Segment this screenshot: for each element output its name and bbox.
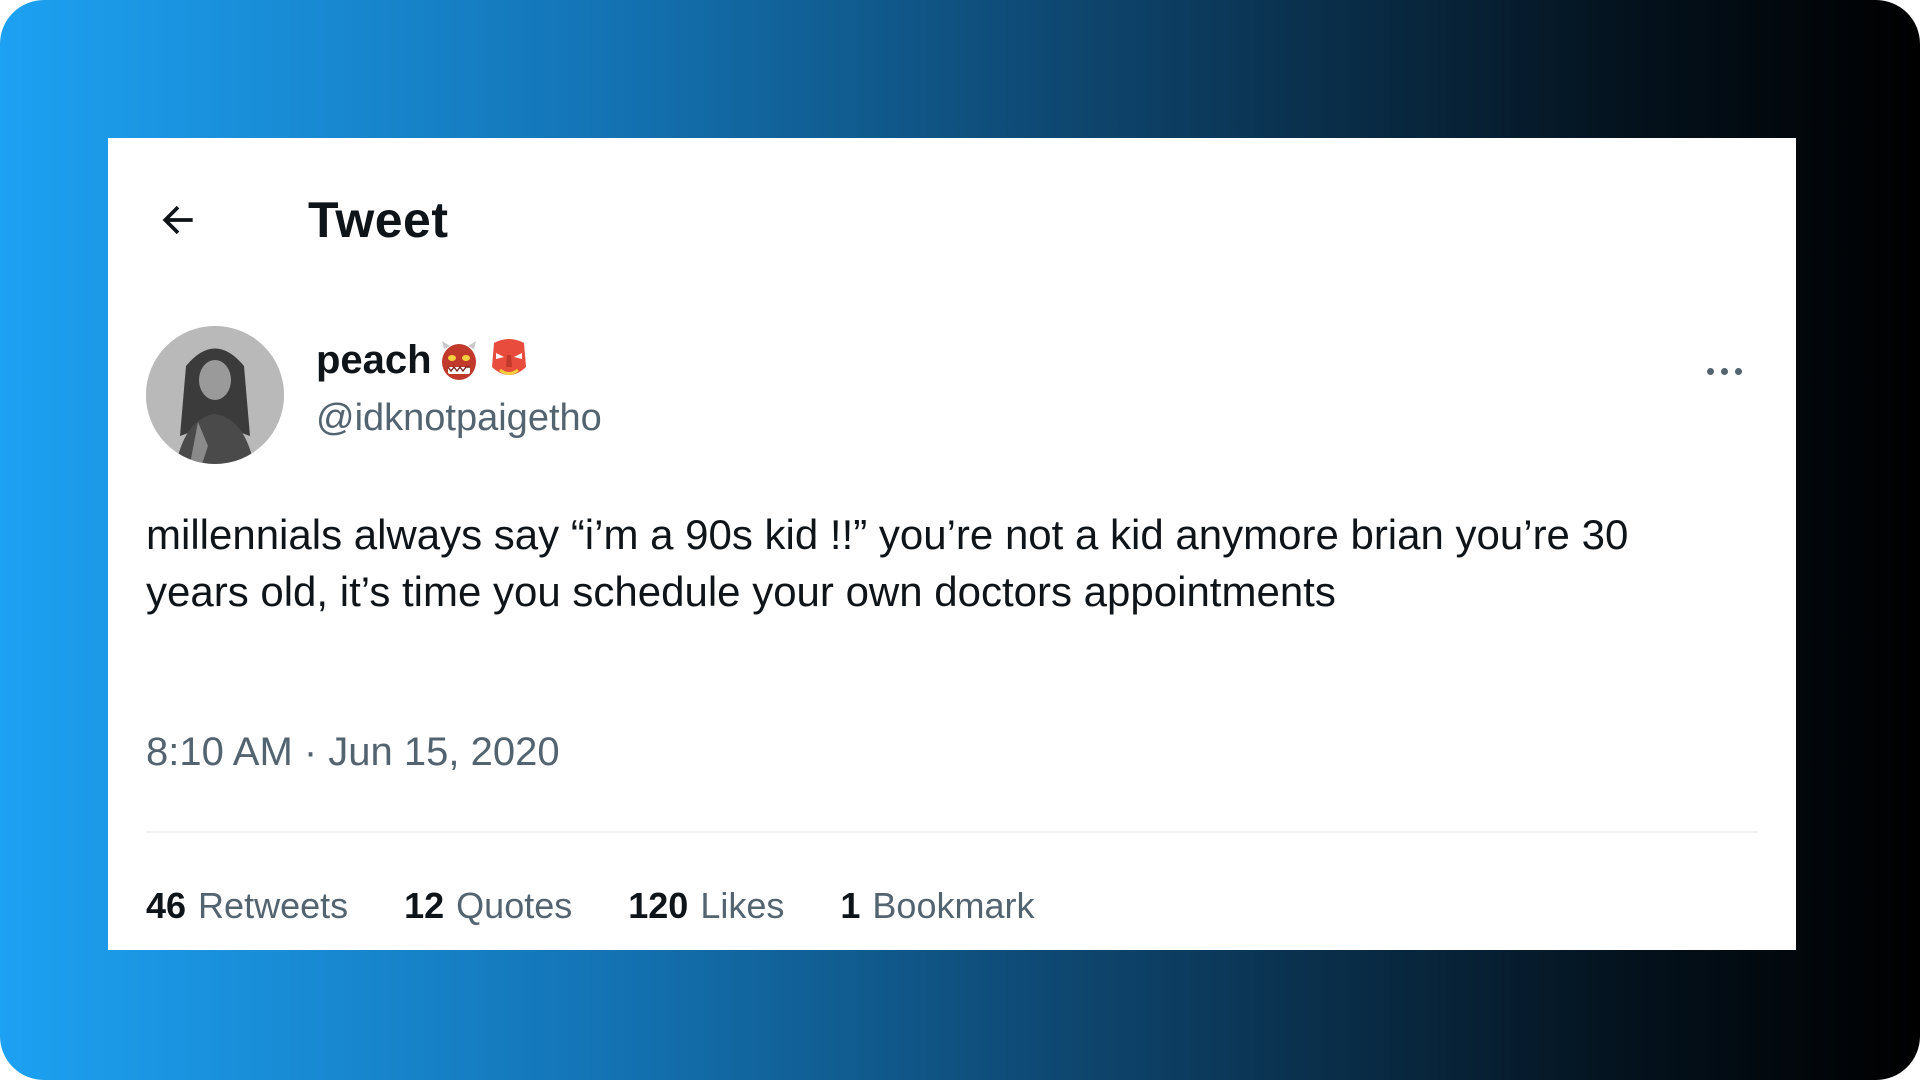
bookmarks-count: 1 — [840, 885, 861, 926]
retweets-label: Retweets — [198, 885, 349, 926]
avatar-photo — [146, 326, 284, 464]
back-button[interactable] — [148, 190, 208, 250]
ellipsis-icon — [1720, 367, 1728, 375]
display-name-row[interactable]: peach — [316, 336, 532, 384]
author-handle[interactable]: @idknotpaigetho — [316, 396, 602, 442]
likes-count: 120 — [628, 885, 689, 926]
quotes-label: Quotes — [456, 885, 573, 926]
bookmarks-label: Bookmark — [872, 885, 1035, 926]
likes-stat[interactable]: 120 Likes — [628, 884, 784, 927]
retweets-stat[interactable]: 46 Retweets — [146, 884, 348, 927]
display-name[interactable]: peach — [316, 336, 432, 384]
ellipsis-icon — [1706, 367, 1714, 375]
page-title: Tweet — [308, 192, 449, 248]
tweet-timestamp[interactable]: 8:10 AM · Jun 15, 2020 — [146, 728, 560, 776]
quotes-stat[interactable]: 12 Quotes — [404, 884, 572, 927]
gradient-background-frame: Tweet peach @idknotpaigetho millennials … — [0, 0, 1920, 1080]
tweet-card: Tweet peach @idknotpaigetho millennials … — [108, 138, 1796, 950]
tweet-stats: 46 Retweets 12 Quotes 120 Likes 1 Bookmark — [146, 884, 1034, 927]
goblin-emoji-icon — [491, 339, 526, 375]
retweets-count: 46 — [146, 885, 187, 926]
quotes-count: 12 — [404, 885, 445, 926]
bookmarks-stat[interactable]: 1 Bookmark — [840, 884, 1034, 927]
ellipsis-icon — [1734, 367, 1742, 375]
ogre-emoji-icon — [441, 341, 476, 380]
arrow-left-icon — [162, 205, 193, 235]
divider — [146, 831, 1758, 833]
tweet-header: Tweet — [108, 138, 1796, 298]
likes-label: Likes — [700, 885, 785, 926]
tweet-text: millennials always say “i’m a 90s kid !!… — [146, 511, 1629, 615]
avatar[interactable] — [146, 326, 284, 464]
more-options-button[interactable] — [1692, 346, 1756, 396]
